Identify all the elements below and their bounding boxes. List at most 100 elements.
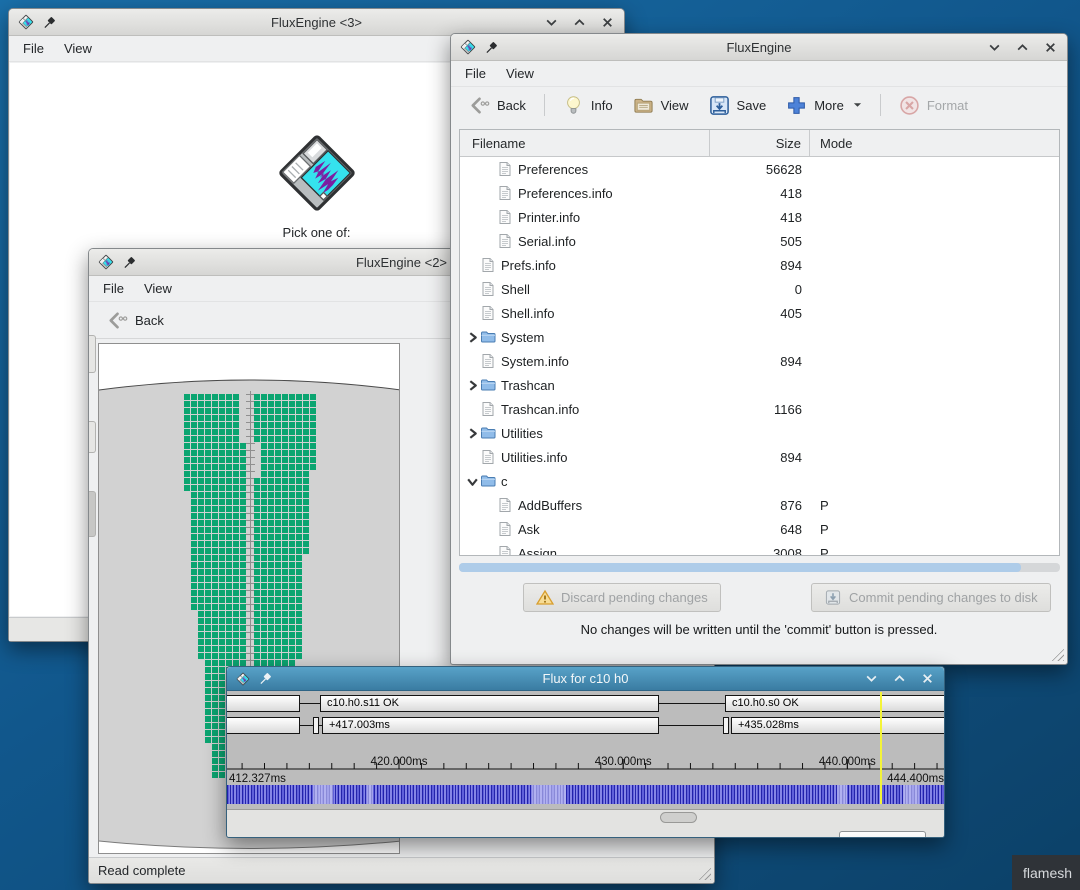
record-row: +417.003ms +435.028ms	[227, 717, 944, 734]
expander-spacer	[482, 499, 497, 512]
resize-grip[interactable]	[697, 866, 711, 880]
sector-box[interactable]	[227, 695, 300, 712]
table-row[interactable]: Printer.info418	[460, 205, 1059, 229]
minimize-button[interactable]	[865, 672, 878, 685]
maximize-button[interactable]	[893, 672, 906, 685]
flux-density-strip[interactable]	[227, 785, 944, 804]
close-button[interactable]	[921, 672, 934, 685]
expander-expanded-icon[interactable]	[465, 475, 480, 488]
lightbulb-icon	[563, 95, 584, 116]
table-row[interactable]: System.info 894	[460, 349, 1059, 373]
minimize-button[interactable]	[545, 16, 558, 29]
table-row[interactable]: Utilities	[460, 421, 1059, 445]
column-header-size[interactable]: Size	[710, 130, 810, 156]
table-row[interactable]: Trashcan	[460, 373, 1059, 397]
file-list-body: Preferences56628Preferences.info418Print…	[460, 157, 1059, 555]
svg-text:440.000ms: 440.000ms	[819, 756, 876, 768]
menu-view[interactable]: View	[496, 63, 544, 84]
pin-icon[interactable]	[123, 256, 136, 269]
window-title: Flux for c10 h0	[227, 671, 944, 686]
scrollbar-thumb[interactable]	[459, 563, 1021, 572]
table-row[interactable]: Ask648P	[460, 517, 1059, 541]
table-row[interactable]: Utilities.info894	[460, 445, 1059, 469]
table-row[interactable]: Shell.info405	[460, 301, 1059, 325]
expander-spacer	[465, 283, 480, 296]
filename-cell: System.info	[460, 353, 710, 369]
table-row[interactable]: Trashcan.info1166	[460, 397, 1059, 421]
sector-box[interactable]: c10.h0.s11 OK	[320, 695, 659, 712]
table-row[interactable]: Preferences56628	[460, 157, 1059, 181]
file-name: System.info	[501, 354, 569, 369]
file-size: 3008	[710, 546, 810, 556]
record-box[interactable]: +435.028ms	[731, 717, 944, 734]
record-marker	[313, 717, 319, 734]
back-button[interactable]: Back	[461, 91, 534, 120]
titlebar[interactable]: Flux for c10 h0	[227, 667, 944, 691]
file-name: Prefs.info	[501, 258, 556, 273]
commit-changes-button[interactable]: Commit pending changes to disk	[811, 583, 1051, 612]
column-header-filename[interactable]: Filename	[460, 130, 710, 156]
pin-icon[interactable]	[259, 672, 272, 685]
record-box[interactable]	[227, 717, 300, 734]
file-list: Filename Size Mode Preferences56628Prefe…	[459, 129, 1060, 556]
record-marker	[723, 717, 729, 734]
file-mode: P	[810, 522, 1059, 537]
table-row[interactable]: c	[460, 469, 1059, 493]
sector-box[interactable]: c10.h0.s0 OK	[725, 695, 944, 712]
maximize-button[interactable]	[1016, 41, 1029, 54]
record-box[interactable]: +417.003ms	[322, 717, 659, 734]
pin-icon[interactable]	[43, 16, 56, 29]
caret-down-icon[interactable]	[853, 101, 862, 109]
more-button[interactable]: More	[778, 91, 870, 120]
menu-file[interactable]: File	[455, 63, 496, 84]
filename-cell: Shell.info	[460, 305, 710, 321]
expander-collapsed-icon[interactable]	[465, 427, 480, 440]
expander-spacer	[482, 211, 497, 224]
partial-button[interactable]	[89, 421, 96, 453]
table-row[interactable]: Assign3008P	[460, 541, 1059, 555]
resize-grip[interactable]	[1050, 647, 1064, 661]
table-row[interactable]: Preferences.info418	[460, 181, 1059, 205]
table-row[interactable]: Serial.info505	[460, 229, 1059, 253]
file-size: 894	[710, 354, 810, 369]
table-row[interactable]: Prefs.info894	[460, 253, 1059, 277]
close-button[interactable]	[1044, 41, 1057, 54]
expander-collapsed-icon[interactable]	[465, 379, 480, 392]
table-row[interactable]: System	[460, 325, 1059, 349]
flameshot-taskbar-label[interactable]: flamesh	[1012, 855, 1080, 890]
filename-cell: Utilities.info	[460, 449, 710, 465]
file-icon	[497, 185, 513, 201]
table-row[interactable]: Shell0	[460, 277, 1059, 301]
expander-spacer	[465, 403, 480, 416]
menu-view[interactable]: View	[54, 38, 102, 59]
expander-spacer	[482, 547, 497, 556]
file-name: Shell.info	[501, 306, 554, 321]
commit-save-icon	[824, 589, 842, 606]
menu-file[interactable]: File	[13, 38, 54, 59]
view-button[interactable]: View	[625, 91, 697, 120]
titlebar[interactable]: FluxEngine <3>	[9, 9, 624, 36]
expander-spacer	[482, 187, 497, 200]
window-title: FluxEngine	[451, 40, 1067, 55]
discard-changes-button[interactable]: Discard pending changes	[523, 583, 721, 612]
flux-gap	[367, 785, 373, 804]
menu-file[interactable]: File	[93, 278, 134, 299]
menu-view[interactable]: View	[134, 278, 182, 299]
titlebar[interactable]: FluxEngine	[451, 34, 1067, 61]
back-button[interactable]: Back	[99, 306, 172, 335]
horizontal-scrollbar[interactable]	[459, 563, 1060, 572]
maximize-button[interactable]	[573, 16, 586, 29]
partial-button[interactable]	[89, 335, 96, 373]
minimize-button[interactable]	[988, 41, 1001, 54]
save-button[interactable]: Save	[701, 91, 775, 120]
pin-icon[interactable]	[485, 41, 498, 54]
splitter-handle[interactable]	[660, 812, 697, 823]
table-row[interactable]: AddBuffers876P	[460, 493, 1059, 517]
expander-collapsed-icon[interactable]	[465, 331, 480, 344]
ok-button[interactable]: OK	[839, 831, 926, 837]
column-header-mode[interactable]: Mode	[810, 130, 1059, 156]
info-button[interactable]: Info	[555, 91, 621, 120]
partial-button[interactable]	[89, 491, 96, 537]
close-button[interactable]	[601, 16, 614, 29]
file-name: Ask	[518, 522, 540, 537]
